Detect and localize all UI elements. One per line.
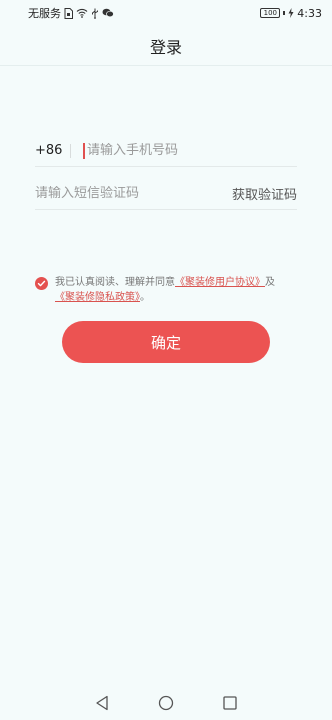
- home-icon[interactable]: [154, 691, 178, 715]
- recents-icon[interactable]: [218, 691, 242, 715]
- agreement-checkbox[interactable]: [35, 277, 48, 290]
- usb-icon: [91, 8, 99, 19]
- battery-tip: [283, 11, 286, 15]
- sms-code-input[interactable]: [35, 186, 185, 201]
- charging-icon: [288, 8, 294, 18]
- agreement-suffix: 。: [140, 292, 150, 303]
- back-icon[interactable]: [90, 691, 114, 715]
- user-agreement-link[interactable]: 《聚装修用户协议》: [175, 277, 265, 288]
- code-row: 获取验证码: [35, 178, 297, 210]
- confirm-button[interactable]: 确定: [62, 321, 270, 363]
- login-screen: 无服务 100 4:33 登录 +86 请输入手机号码 请输入短信验证码 获取验…: [0, 0, 332, 720]
- phone-row: +86: [35, 135, 297, 167]
- agreement: 我已认真阅读、理解并同意《聚装修用户协议》及《聚装修隐私政策》。: [35, 275, 297, 305]
- privacy-policy-link[interactable]: 《聚装修隐私政策》: [55, 292, 140, 303]
- phone-input[interactable]: [83, 142, 297, 159]
- agreement-conjunction: 及: [265, 277, 275, 288]
- agreement-text: 我已认真阅读、理解并同意《聚装修用户协议》及《聚装修隐私政策》。: [55, 275, 275, 305]
- status-left: 无服务: [28, 5, 114, 21]
- page-title: 登录: [149, 37, 182, 57]
- agreement-prefix: 我已认真阅读、理解并同意: [55, 277, 175, 288]
- battery-indicator: 100: [260, 8, 281, 18]
- sim-icon: [64, 7, 73, 19]
- wifi-icon: [76, 8, 88, 18]
- get-code-button[interactable]: 获取验证码: [232, 184, 297, 203]
- clock-text: 4:33: [297, 6, 322, 20]
- check-icon: [37, 280, 46, 287]
- title-bar: 登录: [0, 26, 332, 66]
- nav-bar: [0, 686, 332, 720]
- country-code[interactable]: +86: [35, 143, 70, 158]
- status-right: 100 4:33: [260, 7, 322, 20]
- carrier-text: 无服务: [28, 7, 61, 20]
- status-bar: 无服务 100 4:33: [0, 0, 332, 26]
- wechat-icon: [102, 8, 114, 18]
- country-code-divider: [70, 143, 71, 158]
